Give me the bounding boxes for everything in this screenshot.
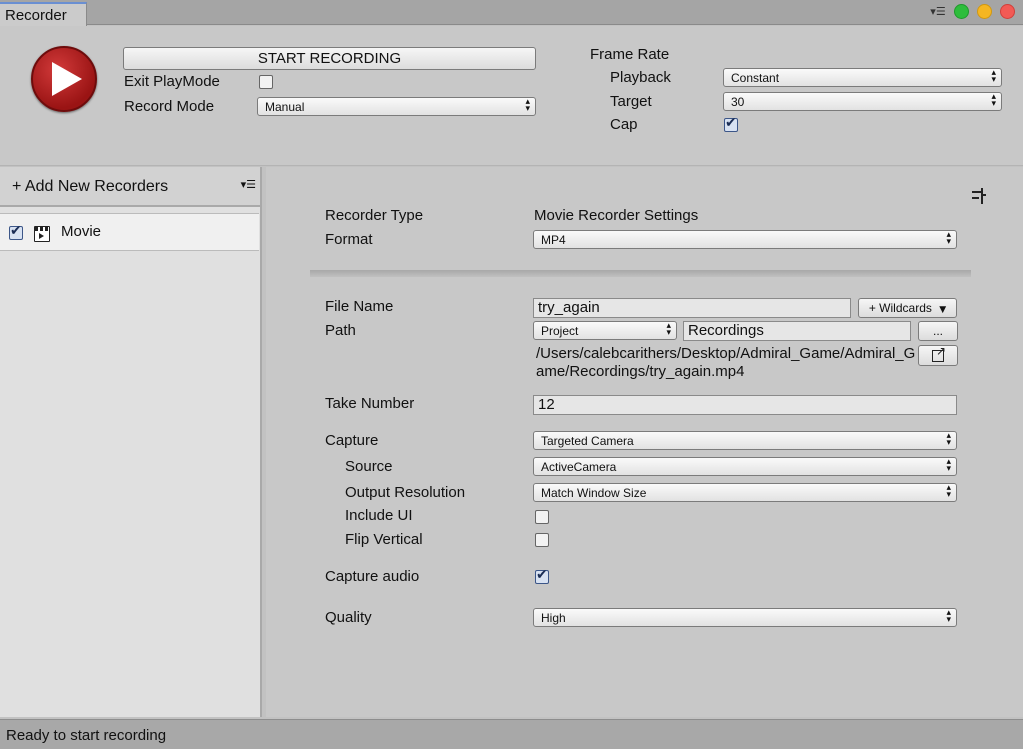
include-ui-checkbox[interactable]	[535, 510, 549, 524]
output-resolution-dropdown[interactable]: Match Window Size ▴ ▾	[533, 483, 957, 502]
add-new-recorders-button[interactable]: + Add New Recorders ▾☰	[0, 167, 260, 207]
start-recording-button[interactable]: START RECORDING	[123, 47, 536, 70]
target-value: 30	[731, 95, 745, 109]
source-value: ActiveCamera	[541, 460, 617, 474]
tab-bar: Recorder ▾☰	[0, 0, 1023, 26]
format-dropdown[interactable]: MP4 ▴ ▾	[533, 230, 957, 249]
list-menu-icon[interactable]: ▾☰	[241, 178, 256, 191]
section-divider	[310, 270, 971, 277]
play-icon	[52, 62, 82, 96]
capture-label: Capture	[325, 432, 379, 449]
source-dropdown[interactable]: ActiveCamera ▴ ▾	[533, 457, 957, 476]
playback-value: Constant	[731, 71, 780, 85]
target-dropdown[interactable]: 30 ▴ ▾	[723, 92, 1002, 111]
recorder-item-label: Movie	[61, 223, 102, 240]
record-mode-dropdown[interactable]: Manual ▴ ▾	[257, 97, 536, 116]
take-number-input[interactable]: 12	[533, 395, 957, 415]
chevron-down-icon: ▼	[939, 305, 947, 315]
add-new-recorders-label: + Add New Recorders	[12, 178, 169, 195]
open-folder-button[interactable]: ↗	[918, 344, 958, 366]
format-label: Format	[325, 231, 373, 248]
minimize-button[interactable]	[977, 4, 992, 19]
preset-icon[interactable]	[970, 188, 986, 204]
recorders-panel: + Add New Recorders ▾☰ Movie	[0, 167, 262, 717]
include-ui-label: Include UI	[345, 507, 413, 524]
exit-playmode-checkbox[interactable]	[259, 75, 273, 89]
file-name-label: File Name	[325, 298, 394, 315]
source-label: Source	[345, 458, 393, 475]
path-root-value: Project	[541, 324, 579, 338]
record-mode-label: Record Mode	[124, 98, 215, 115]
quality-label: Quality	[325, 609, 372, 626]
path-root-dropdown[interactable]: Project ▴ ▾	[533, 321, 677, 340]
dropdown-arrow-icon: ▴ ▾	[946, 457, 951, 474]
cap-label: Cap	[610, 116, 638, 133]
quality-dropdown[interactable]: High ▴ ▾	[533, 608, 957, 627]
dropdown-arrow-icon: ▴ ▾	[946, 230, 951, 247]
window-controls: ▾☰	[930, 4, 1015, 19]
dropdown-arrow-icon: ▴ ▾	[991, 92, 996, 109]
browse-button[interactable]: ...	[918, 321, 958, 341]
dropdown-arrow-icon: ▴ ▾	[946, 431, 951, 448]
capture-audio-checkbox[interactable]	[535, 567, 549, 584]
dropdown-arrow-icon: ▴ ▾	[525, 97, 530, 114]
path-folder-input[interactable]: Recordings	[683, 321, 911, 341]
take-number-label: Take Number	[325, 395, 415, 412]
recorder-header: START RECORDING Exit PlayMode Record Mod…	[0, 26, 1023, 166]
arrow-up-right-icon: ↗	[936, 344, 947, 358]
capture-dropdown[interactable]: Targeted Camera ▴ ▾	[533, 431, 957, 450]
record-play-button[interactable]	[31, 46, 97, 112]
flip-vertical-label: Flip Vertical	[345, 531, 423, 548]
cap-checkbox[interactable]	[724, 115, 738, 132]
capture-audio-label: Capture audio	[325, 568, 420, 585]
capture-value: Targeted Camera	[541, 434, 634, 448]
record-mode-value: Manual	[265, 100, 305, 114]
playback-dropdown[interactable]: Constant ▴ ▾	[723, 68, 1002, 87]
exit-playmode-label: Exit PlayMode	[124, 73, 220, 90]
dropdown-arrow-icon: ▴ ▾	[666, 321, 671, 338]
tab-recorder[interactable]: Recorder	[0, 2, 87, 26]
status-bar: Ready to start recording	[0, 719, 1023, 749]
target-label: Target	[610, 93, 652, 110]
status-text: Ready to start recording	[6, 727, 167, 744]
clapperboard-icon	[34, 226, 50, 242]
recorder-enabled-checkbox[interactable]	[9, 223, 23, 240]
quality-value: High	[541, 611, 566, 625]
recorder-type-value: Movie Recorder Settings	[534, 207, 699, 224]
flip-vertical-checkbox[interactable]	[535, 533, 549, 547]
frame-rate-label: Frame Rate	[590, 46, 670, 63]
recorder-item-movie[interactable]: Movie	[0, 213, 259, 251]
dropdown-arrow-icon: ▴ ▾	[946, 483, 951, 500]
format-value: MP4	[541, 233, 566, 247]
window-menu-icon[interactable]: ▾☰	[930, 5, 946, 18]
output-resolution-label: Output Resolution	[345, 484, 466, 501]
playback-label: Playback	[610, 69, 671, 86]
wildcards-button[interactable]: + Wildcards ▼	[858, 298, 957, 318]
maximize-button[interactable]	[954, 4, 969, 19]
path-label: Path	[325, 322, 356, 339]
wildcards-label: + Wildcards	[868, 301, 932, 315]
dropdown-arrow-icon: ▴ ▾	[991, 68, 996, 85]
dropdown-arrow-icon: ▴ ▾	[946, 608, 951, 625]
full-output-path: /Users/calebcarithers/Desktop/Admiral_Ga…	[536, 345, 916, 380]
recorder-type-label: Recorder Type	[325, 207, 424, 224]
file-name-input[interactable]: try_again	[533, 298, 851, 318]
close-button[interactable]	[1000, 4, 1015, 19]
output-resolution-value: Match Window Size	[541, 486, 647, 500]
